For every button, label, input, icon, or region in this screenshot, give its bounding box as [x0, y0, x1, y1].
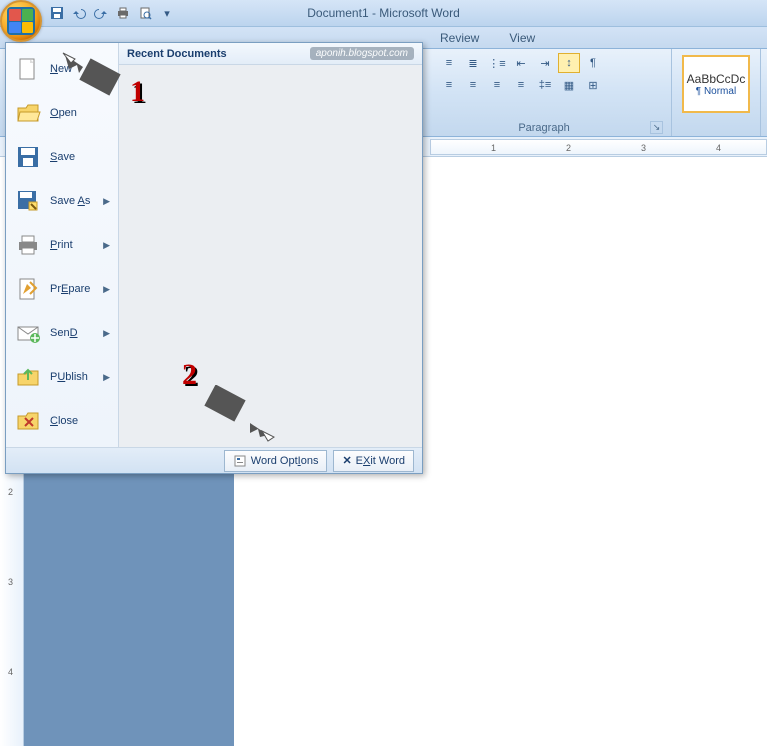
menu-item-label: PUblish [50, 371, 88, 383]
decrease-indent-icon[interactable]: ⇤ [510, 53, 532, 73]
close-doc-icon [14, 407, 42, 435]
new-doc-icon [14, 55, 42, 83]
numbering-icon[interactable]: ≣ [462, 53, 484, 73]
office-button[interactable] [0, 0, 42, 42]
styles-group: AaBbCcDc ¶ Normal [672, 49, 761, 136]
ruler-num: 1 [491, 143, 496, 153]
menu-item-label: Save As [50, 195, 90, 207]
paragraph-group-label: Paragraph [438, 121, 650, 134]
menu-item-send[interactable]: SenD ▶ [6, 311, 118, 355]
prepare-icon [14, 275, 42, 303]
menu-item-label: Save [50, 151, 75, 163]
line-spacing-icon[interactable]: ‡≡ [534, 75, 556, 95]
shading-icon[interactable]: ▦ [558, 75, 580, 95]
annotation-number-1: 1 [130, 75, 145, 109]
customize-qat-icon[interactable]: ▾ [158, 4, 176, 22]
paragraph-group: ≡ ≣ ⋮≡ ⇤ ⇥ ↕ ¶ ≡ ≡ ≡ ≡ ‡≡ ▦ ⊞ Paragraph … [430, 49, 672, 136]
quick-access-toolbar: ▾ [48, 4, 176, 22]
submenu-arrow-icon: ▶ [103, 284, 110, 295]
annotation-number-2: 2 [182, 358, 197, 392]
print-preview-icon[interactable] [136, 4, 154, 22]
redo-icon[interactable] [92, 4, 110, 22]
menu-item-label: Print [50, 239, 73, 251]
pointer-hand-1 [55, 45, 125, 100]
save-disk-icon [14, 143, 42, 171]
options-icon [233, 454, 247, 468]
exit-icon: ✕ [342, 454, 351, 467]
ruler-num: 4 [8, 667, 13, 677]
quick-print-icon[interactable] [114, 4, 132, 22]
exit-word-button[interactable]: ✕ EXit Word [333, 450, 414, 472]
submenu-arrow-icon: ▶ [103, 196, 110, 207]
paragraph-launcher-icon[interactable]: ↘ [650, 121, 663, 134]
exit-word-label: EXit Word [356, 455, 405, 467]
office-menu-footer: Word OptIons ✕ EXit Word [6, 447, 422, 473]
ruler-num: 2 [8, 487, 13, 497]
style-sample: AaBbCcDc [687, 72, 746, 86]
ruler-num: 2 [566, 143, 571, 153]
menu-item-save[interactable]: Save [6, 135, 118, 179]
word-options-button[interactable]: Word OptIons [224, 450, 328, 472]
borders-icon[interactable]: ⊞ [582, 75, 604, 95]
pointer-hand-2 [200, 385, 280, 445]
office-logo-icon [7, 7, 35, 35]
submenu-arrow-icon: ▶ [103, 372, 110, 383]
ruler-num: 3 [641, 143, 646, 153]
print-icon [14, 231, 42, 259]
align-center-icon[interactable]: ≡ [462, 75, 484, 95]
multilevel-list-icon[interactable]: ⋮≡ [486, 53, 508, 73]
menu-item-save-as[interactable]: Save As ▶ [6, 179, 118, 223]
undo-icon[interactable] [70, 4, 88, 22]
office-menu-commands: New Open Save Save As ▶ Print ▶ [6, 43, 119, 447]
send-mail-icon [14, 319, 42, 347]
tab-review[interactable]: Review [430, 28, 489, 48]
ruler-num: 4 [716, 143, 721, 153]
align-right-icon[interactable]: ≡ [486, 75, 508, 95]
open-folder-icon [14, 99, 42, 127]
menu-item-prepare[interactable]: PrEpare ▶ [6, 267, 118, 311]
menu-item-close[interactable]: Close [6, 399, 118, 443]
show-marks-icon[interactable]: ¶ [582, 53, 604, 73]
title-bar: ▾ Document1 - Microsoft Word [0, 0, 767, 27]
tab-view[interactable]: View [499, 28, 545, 48]
publish-icon [14, 363, 42, 391]
menu-item-label: Close [50, 415, 78, 427]
ruler-num: 3 [8, 577, 13, 587]
submenu-arrow-icon: ▶ [103, 240, 110, 251]
menu-item-label: PrEpare [50, 283, 90, 295]
sort-icon[interactable]: ↕ [558, 53, 580, 73]
increase-indent-icon[interactable]: ⇥ [534, 53, 556, 73]
align-left-icon[interactable]: ≡ [438, 75, 460, 95]
justify-icon[interactable]: ≡ [510, 75, 532, 95]
style-name: ¶ Normal [696, 86, 736, 97]
recent-documents-header: Recent Documents [127, 48, 227, 60]
bullets-icon[interactable]: ≡ [438, 53, 460, 73]
menu-item-publish[interactable]: PUblish ▶ [6, 355, 118, 399]
submenu-arrow-icon: ▶ [103, 328, 110, 339]
word-options-label: Word OptIons [251, 455, 319, 467]
save-as-icon [14, 187, 42, 215]
menu-item-print[interactable]: Print ▶ [6, 223, 118, 267]
watermark: aponih.blogspot.com [310, 47, 414, 60]
menu-item-label: SenD [50, 327, 78, 339]
save-icon[interactable] [48, 4, 66, 22]
style-normal[interactable]: AaBbCcDc ¶ Normal [682, 55, 750, 113]
menu-item-label: Open [50, 107, 77, 119]
